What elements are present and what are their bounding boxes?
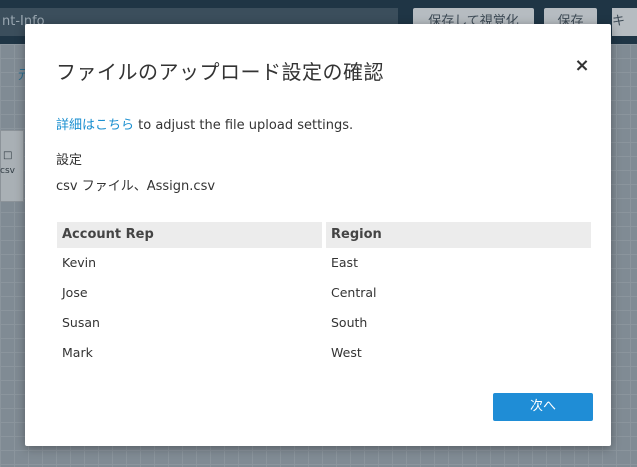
settings-label: 設定	[56, 153, 83, 168]
table-cell: Central	[331, 285, 377, 300]
close-icon[interactable]: ×	[572, 54, 592, 78]
learn-more-link[interactable]: 詳細はこちら	[56, 118, 134, 133]
table-cell: Susan	[62, 315, 100, 330]
table-cell: Jose	[62, 285, 88, 300]
table-cell: Mark	[62, 345, 93, 360]
table-cell: South	[331, 315, 368, 330]
upload-settings-dialog: ファイルのアップロード設定の確認 × 詳細はこちら to adjust the …	[25, 24, 611, 446]
table-row: Kevin East	[57, 248, 591, 278]
preview-table: Account Rep Region Kevin East Jose Centr…	[57, 222, 591, 368]
extra-button[interactable]: キ	[612, 8, 637, 36]
next-button[interactable]: 次へ	[493, 393, 593, 421]
table-cell: West	[331, 345, 362, 360]
info-text: to adjust the file upload settings.	[134, 118, 354, 133]
column-header-account-rep: Account Rep	[57, 222, 322, 248]
dialog-title: ファイルのアップロード設定の確認	[56, 60, 384, 84]
table-row: Mark West	[57, 338, 591, 368]
csv-node-label: csv	[0, 166, 15, 176]
settings-value: csv ファイル、Assign.csv	[56, 179, 216, 194]
table-cell: East	[331, 255, 358, 270]
table-cell: Kevin	[62, 255, 97, 270]
info-line: 詳細はこちら to adjust the file upload setting…	[56, 114, 353, 133]
file-icon: □	[3, 150, 13, 161]
column-header-region: Region	[326, 222, 591, 248]
table-row: Jose Central	[57, 278, 591, 308]
table-header: Account Rep Region	[57, 222, 591, 248]
table-row: Susan South	[57, 308, 591, 338]
